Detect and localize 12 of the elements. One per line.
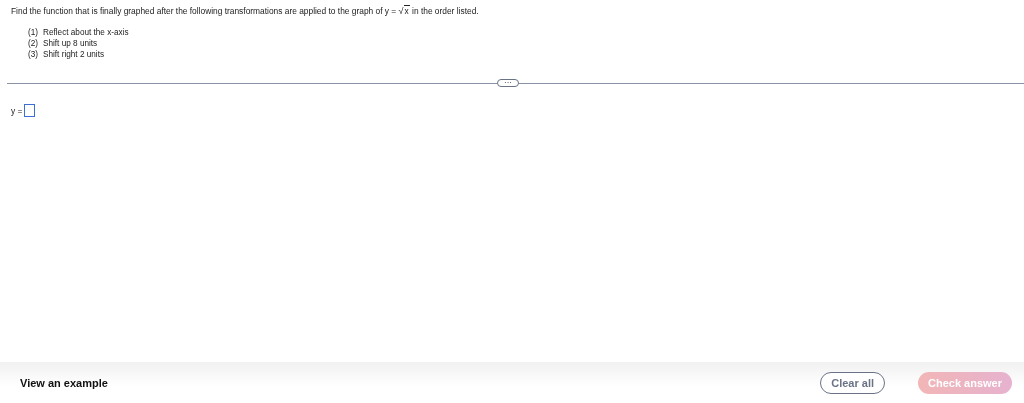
step-text: Reflect about the x-axis	[43, 27, 129, 38]
answer-box[interactable]	[24, 104, 36, 117]
answer-label: y =	[11, 105, 23, 116]
step-text: Shift up 8 units	[43, 38, 98, 49]
question-text: Find the function that is finally graphed after the following transformations are applied to the graph of y = √x in the order listed.	[11, 5, 480, 17]
view-example-link[interactable]: View an example	[20, 376, 108, 389]
step-number: (3)	[28, 49, 38, 60]
step-number: (2)	[28, 38, 38, 49]
step-number: (1)	[28, 27, 38, 38]
step-text: Shift right 2 units	[43, 49, 104, 60]
expand-handle[interactable]: ···	[497, 79, 519, 87]
clear-all-button[interactable]: Clear all	[820, 371, 885, 394]
